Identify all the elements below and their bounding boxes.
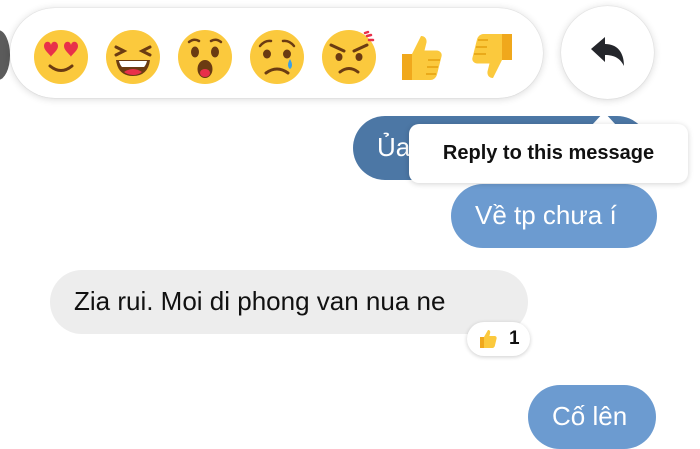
angry-emoji-icon[interactable] — [320, 28, 378, 86]
wow-emoji-icon[interactable] — [176, 28, 234, 86]
contact-avatar[interactable] — [0, 30, 10, 80]
message-text: Cố lên — [552, 401, 628, 431]
laughing-emoji-icon[interactable] — [104, 28, 162, 86]
message-bubble-outgoing[interactable]: Về tp chưa í — [451, 184, 657, 248]
message-text: Zia rui. Moi di phong van nua ne — [74, 286, 446, 316]
thumbs-up-emoji-icon[interactable] — [392, 28, 450, 86]
thumbs-down-emoji-icon[interactable] — [464, 28, 522, 86]
reaction-picker — [10, 8, 543, 98]
reply-tooltip: Reply to this message — [409, 124, 688, 183]
heart-eyes-emoji-icon[interactable] — [32, 28, 90, 86]
reply-button[interactable] — [561, 6, 654, 99]
message-text: Về tp chưa í — [475, 200, 617, 230]
reaction-count: 1 — [509, 328, 520, 349]
message-text: Ủa — [377, 132, 411, 162]
reply-arrow-icon — [591, 37, 624, 66]
message-bubble-outgoing[interactable]: Cố lên — [528, 385, 656, 449]
sad-emoji-icon[interactable] — [248, 28, 306, 86]
thumbs-up-icon — [480, 330, 497, 348]
message-reaction-chip[interactable]: 1 — [467, 322, 530, 356]
message-bubble-incoming[interactable]: Zia rui. Moi di phong van nua ne — [50, 270, 528, 334]
